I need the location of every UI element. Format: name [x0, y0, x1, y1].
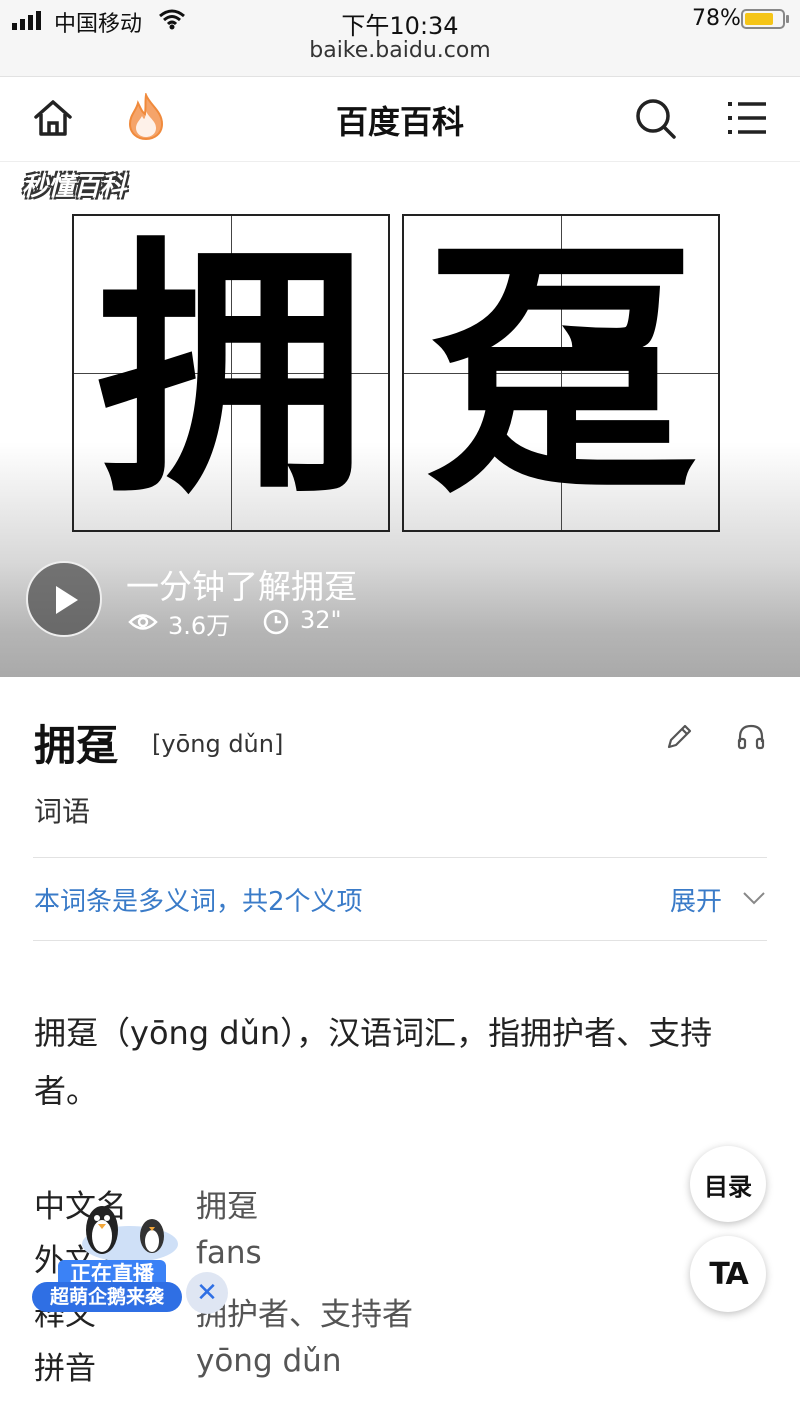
nav-bar: 百度百科 — [0, 77, 800, 162]
video-title: 一分钟了解拥趸 — [126, 567, 357, 606]
info-value: yōng dǔn — [196, 1343, 342, 1379]
live-subtitle: 超萌企鹅来袭 — [32, 1282, 182, 1312]
video-duration: 32" — [300, 606, 342, 634]
penguin-icon — [82, 1206, 178, 1262]
clock-icon — [263, 609, 289, 635]
edit-icon[interactable] — [664, 722, 694, 752]
expand-button[interactable]: 展开 — [670, 881, 722, 918]
toc-label: 目录 — [704, 1172, 752, 1201]
battery-icon — [741, 9, 785, 29]
url-bar[interactable]: baike.baidu.com — [0, 38, 800, 63]
view-count: 3.6万 — [168, 612, 231, 640]
character-grid-2: 趸 — [402, 214, 720, 532]
video-hero[interactable]: 秒懂百科 拥 趸 一分钟了解拥趸 3.6万 32" — [0, 162, 800, 677]
battery-tip — [786, 15, 789, 23]
menu-icon[interactable] — [726, 99, 770, 137]
play-icon — [56, 586, 78, 614]
live-promo[interactable]: 正在直播 超萌企鹅来袭 ✕ — [32, 1190, 232, 1320]
close-icon[interactable]: ✕ — [186, 1272, 228, 1314]
character-grid-1: 拥 — [72, 214, 390, 532]
ta-button[interactable]: TA — [690, 1236, 766, 1312]
battery-percent: 78% — [692, 6, 741, 31]
page-title: 百度百科 — [335, 103, 464, 141]
play-button[interactable] — [26, 561, 102, 637]
divider — [33, 857, 767, 858]
info-key: 拼音 — [34, 1351, 96, 1387]
entry-category: 词语 — [34, 795, 91, 828]
divider — [33, 940, 767, 941]
eye-icon — [128, 614, 158, 630]
brand-logo: 秒懂百科 — [22, 172, 127, 202]
polysemy-note[interactable]: 本词条是多义词，共2个义项 — [34, 881, 363, 918]
toc-button[interactable]: 目录 — [690, 1146, 766, 1222]
ta-label: TA — [709, 1256, 748, 1292]
battery-fill — [745, 13, 773, 25]
entry-word: 拥趸 — [34, 721, 119, 770]
entry-pinyin: [yōng dǔn] — [152, 730, 284, 758]
search-icon[interactable] — [634, 97, 678, 141]
clock: 下午10:34 — [341, 12, 459, 40]
status-bar: 中国移动 下午10:34 baike.baidu.com 78% — [0, 0, 800, 77]
hero-character: 拥 — [96, 215, 366, 530]
entry-summary: 拥趸（yōng dǔn），汉语词汇，指拥护者、支持者。 — [34, 1014, 713, 1110]
hero-character: 趸 — [426, 215, 696, 530]
headphones-icon[interactable] — [736, 722, 766, 752]
chevron-down-icon[interactable] — [742, 890, 766, 906]
